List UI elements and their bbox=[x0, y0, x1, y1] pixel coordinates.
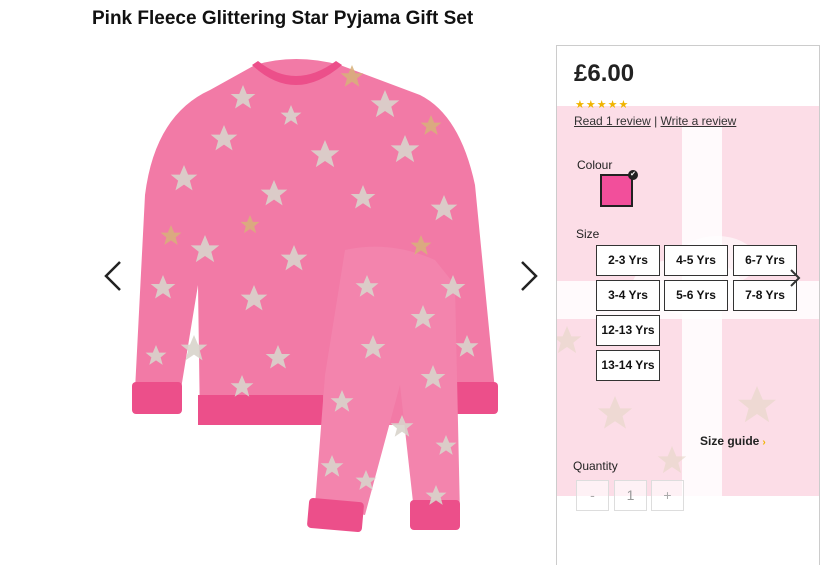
top-hem bbox=[198, 395, 323, 425]
colour-label: Colour bbox=[577, 158, 613, 172]
gallery-next-button[interactable] bbox=[510, 256, 546, 296]
quantity-label: Quantity bbox=[573, 459, 618, 473]
review-separator: | bbox=[654, 114, 658, 128]
quantity-increase-button[interactable]: + bbox=[651, 480, 684, 511]
size-option[interactable]: 5-6 Yrs bbox=[664, 280, 728, 311]
trouser-cuff-right bbox=[410, 500, 460, 530]
product-price: £6.00 bbox=[574, 60, 635, 87]
gallery-prev-button[interactable] bbox=[96, 256, 132, 296]
check-icon: ✔ bbox=[628, 170, 638, 180]
size-guide-link[interactable]: Size guide › bbox=[700, 434, 766, 448]
product-main-image bbox=[132, 59, 498, 533]
size-label: Size bbox=[576, 227, 600, 241]
chevron-right-small-icon: › bbox=[762, 437, 766, 448]
trouser-cuff-left bbox=[307, 498, 364, 533]
left-cuff bbox=[132, 382, 182, 414]
size-option[interactable]: 2-3 Yrs bbox=[596, 245, 660, 276]
chevron-left-icon bbox=[104, 261, 121, 291]
review-links: Read 1 review | Write a review bbox=[574, 114, 736, 128]
size-option[interactable]: 4-5 Yrs bbox=[664, 245, 728, 276]
size-option[interactable]: 3-4 Yrs bbox=[596, 280, 660, 311]
quantity-input[interactable]: 1 bbox=[614, 480, 647, 511]
size-guide-label: Size guide bbox=[700, 434, 760, 448]
product-options-panel: £6.00 ★★★★★ Read 1 review | Write a revi… bbox=[556, 45, 820, 565]
size-option[interactable]: 12-13 Yrs bbox=[596, 315, 660, 346]
quantity-decrease-button[interactable]: - bbox=[576, 480, 609, 511]
product-title: Pink Fleece Glittering Star Pyjama Gift … bbox=[92, 8, 474, 29]
rating-stars: ★★★★★ bbox=[575, 99, 630, 111]
write-review-link[interactable]: Write a review bbox=[661, 114, 737, 128]
size-option[interactable]: 13-14 Yrs bbox=[596, 350, 660, 381]
chevron-right-icon bbox=[521, 261, 538, 291]
read-review-link[interactable]: Read 1 review bbox=[574, 114, 651, 128]
size-scroll-right-icon[interactable] bbox=[785, 264, 805, 292]
colour-swatch-pink[interactable] bbox=[600, 174, 633, 207]
